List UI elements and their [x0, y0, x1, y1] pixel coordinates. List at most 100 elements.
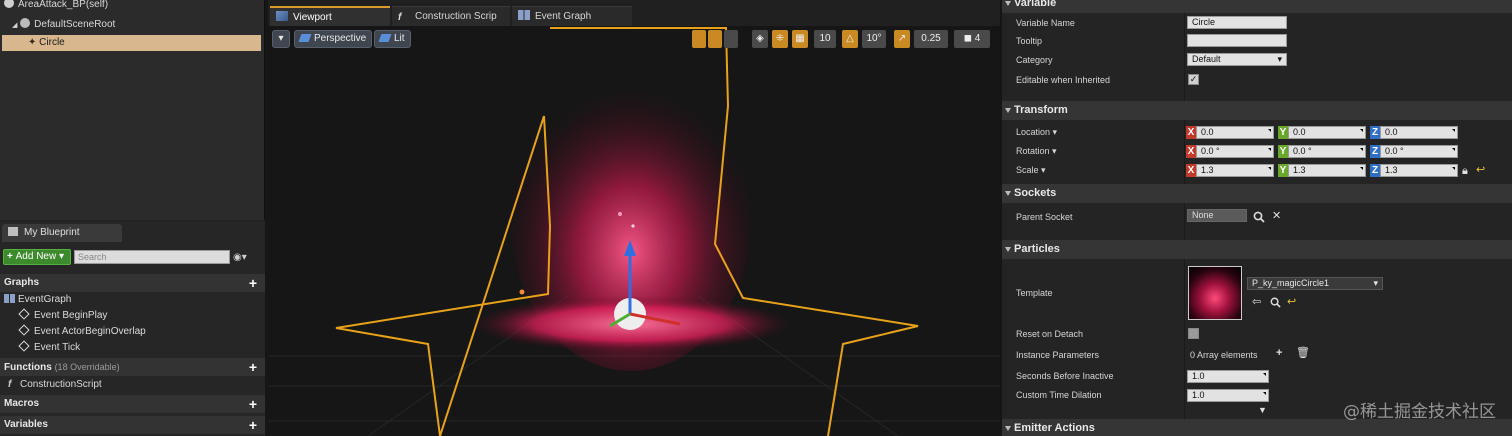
- add-graph-icon[interactable]: +: [247, 274, 259, 292]
- rotation-y-field[interactable]: 0.0 °: [1288, 145, 1366, 158]
- translate-mode-icon[interactable]: [692, 30, 706, 48]
- tree-item-default-scene-root[interactable]: ◢ DefaultSceneRoot: [12, 17, 115, 33]
- tooltip-label: Tooltip: [1016, 36, 1043, 46]
- grid-snap-value[interactable]: 10: [814, 30, 836, 48]
- scale-x-field[interactable]: 1.3: [1196, 164, 1274, 177]
- rotation-z-field[interactable]: 0.0 °: [1380, 145, 1458, 158]
- viewport-scene: [268, 27, 1000, 436]
- rotation-snap-icon[interactable]: △: [842, 30, 858, 48]
- location-z-field[interactable]: 0.0: [1380, 126, 1458, 139]
- blueprint-icon: [8, 227, 18, 236]
- search-icon[interactable]: [1253, 211, 1265, 223]
- rotation-x-axis: X: [1186, 145, 1196, 158]
- scale-z-field[interactable]: 1.3: [1380, 164, 1458, 177]
- functions-section-header[interactable]: Functions (18 Overridable) +: [0, 358, 265, 376]
- category-dropdown[interactable]: Default ▾: [1187, 53, 1287, 66]
- event-item-beginplay[interactable]: Event BeginPlay: [18, 308, 107, 324]
- template-dropdown[interactable]: P_ky_magicCircle1 ▾: [1247, 277, 1383, 290]
- variable-name-field[interactable]: Circle: [1187, 16, 1287, 29]
- location-y-field[interactable]: 0.0: [1288, 126, 1366, 139]
- tree-item-self[interactable]: AreaAttack_BP(self): [4, 0, 108, 13]
- location-x-field[interactable]: 0.0: [1196, 126, 1274, 139]
- grid-snap-icon[interactable]: ▦: [792, 30, 808, 48]
- trash-icon[interactable]: 🗑︎: [1296, 347, 1310, 359]
- rotation-z-axis: Z: [1370, 145, 1380, 158]
- lock-icon[interactable]: 🔒︎: [1462, 165, 1468, 177]
- reset-on-detach-label: Reset on Detach: [1016, 329, 1084, 339]
- viewport-options-button[interactable]: ▾: [272, 30, 290, 48]
- rotate-mode-icon[interactable]: [708, 30, 722, 48]
- seconds-before-inactive-field[interactable]: 1.0: [1187, 370, 1269, 383]
- add-element-icon[interactable]: +: [1276, 347, 1282, 359]
- graph-icon: [4, 294, 15, 303]
- perspective-button[interactable]: Perspective: [294, 30, 373, 48]
- viewport-canvas[interactable]: ▾ Perspective Lit ◈ ⁜ ▦ 10 △ 10° ↗ 0.25 …: [268, 26, 1000, 436]
- add-variable-icon[interactable]: +: [247, 416, 259, 434]
- graphs-section-header[interactable]: Graphs +: [0, 274, 265, 292]
- custom-time-dilation-label: Custom Time Dilation: [1016, 390, 1102, 400]
- graph-item-eventgraph[interactable]: EventGraph: [4, 292, 71, 308]
- camera-speed-button[interactable]: ◼ 4: [954, 30, 990, 48]
- components-panel: AreaAttack_BP(self) ◢ DefaultSceneRoot ✦…: [0, 0, 265, 220]
- search-input[interactable]: Search: [74, 250, 230, 264]
- actor-icon: [4, 0, 14, 8]
- reset-arrow-icon[interactable]: ↩: [1287, 296, 1296, 308]
- surface-snap-icon[interactable]: ⁜: [772, 30, 788, 48]
- rotation-x-field[interactable]: 0.0 °: [1196, 145, 1274, 158]
- reset-arrow-icon[interactable]: ↩: [1476, 164, 1485, 176]
- editable-inherited-checkbox[interactable]: ✓: [1188, 74, 1199, 85]
- add-new-button[interactable]: + Add New ▾: [3, 249, 71, 265]
- sockets-section-header[interactable]: Sockets: [1002, 184, 1512, 203]
- spark-particle: [631, 224, 635, 228]
- spark-particle: [519, 289, 525, 295]
- macros-section-header[interactable]: Macros +: [0, 395, 265, 413]
- scale-y-axis: Y: [1278, 164, 1288, 177]
- scale-label[interactable]: Scale ▾: [1016, 163, 1046, 177]
- event-item-actorbeginoverlap[interactable]: Event ActorBeginOverlap: [18, 324, 146, 340]
- scale-mode-icon[interactable]: [724, 30, 738, 48]
- particles-section-header[interactable]: Particles: [1002, 240, 1512, 259]
- chevron-down-icon: ▾: [278, 33, 284, 44]
- expand-arrow-icon[interactable]: ◢: [12, 22, 17, 29]
- transform-section-header[interactable]: Transform: [1002, 101, 1512, 120]
- tab-event-graph[interactable]: Event Graph: [512, 6, 632, 26]
- event-item-tick[interactable]: Event Tick: [18, 340, 80, 356]
- parent-socket-label: Parent Socket: [1016, 212, 1073, 222]
- tooltip-field[interactable]: [1187, 34, 1287, 47]
- clear-icon[interactable]: ✕: [1272, 210, 1281, 222]
- location-label[interactable]: Location ▾: [1016, 125, 1057, 139]
- dropdown-arrow-icon: ▾: [58, 251, 65, 262]
- add-macro-icon[interactable]: +: [247, 395, 259, 413]
- custom-time-dilation-field[interactable]: 1.0: [1187, 389, 1269, 402]
- lit-button[interactable]: Lit: [374, 30, 411, 48]
- tab-construction-script[interactable]: f Construction Scrip: [392, 6, 510, 26]
- eye-icon[interactable]: ◉▾: [233, 253, 253, 263]
- function-item-constructionscript[interactable]: f ConstructionScript: [8, 377, 102, 393]
- scale-y-field[interactable]: 1.3: [1288, 164, 1366, 177]
- variables-section-header[interactable]: Variables +: [0, 416, 265, 434]
- variable-section-header[interactable]: Variable: [1002, 0, 1512, 13]
- template-thumbnail[interactable]: [1188, 266, 1242, 320]
- left-column: AreaAttack_BP(self) ◢ DefaultSceneRoot ✦…: [0, 0, 265, 436]
- browse-icon[interactable]: [1270, 297, 1281, 308]
- tab-viewport[interactable]: Viewport: [270, 6, 390, 26]
- search-icon[interactable]: [214, 251, 226, 263]
- world-local-icon[interactable]: ◈: [752, 30, 768, 48]
- tab-my-blueprint[interactable]: My Blueprint: [2, 224, 122, 242]
- scale-snap-icon[interactable]: ↗: [894, 30, 910, 48]
- use-selected-icon[interactable]: ⇦: [1252, 296, 1261, 308]
- tree-item-circle[interactable]: ✦ Circle: [2, 35, 261, 51]
- expand-advanced-icon[interactable]: ▼: [1258, 404, 1267, 416]
- parent-socket-field[interactable]: None: [1187, 209, 1247, 222]
- chevron-down-icon: ▾: [1277, 54, 1282, 64]
- rotation-snap-value[interactable]: 10°: [862, 30, 886, 48]
- scale-snap-value[interactable]: 0.25: [914, 30, 948, 48]
- add-function-icon[interactable]: +: [247, 358, 259, 376]
- rotation-label[interactable]: Rotation ▾: [1016, 144, 1057, 158]
- category-label: Category: [1016, 55, 1053, 65]
- lit-icon: [378, 34, 392, 42]
- scale-z-axis: Z: [1370, 164, 1380, 177]
- reset-on-detach-checkbox[interactable]: [1188, 328, 1199, 339]
- event-icon: [18, 340, 30, 352]
- watermark: @稀土掘金技术社区: [1343, 402, 1496, 422]
